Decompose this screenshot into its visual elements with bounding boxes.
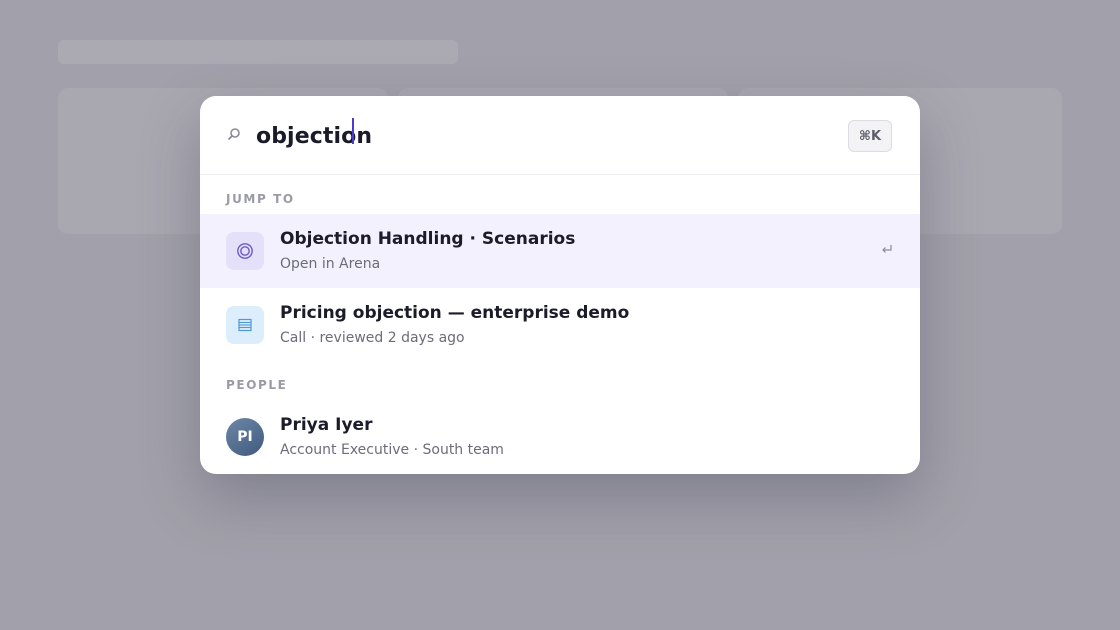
result-title: Priya Iyer xyxy=(280,415,373,435)
text-cursor xyxy=(352,118,354,144)
background-header-placeholder xyxy=(58,40,458,64)
search-icon xyxy=(227,126,241,140)
keyboard-shortcut-badge: ⌘K xyxy=(848,120,892,152)
result-item-pricing-objection[interactable]: Pricing objection — enterprise demo Call… xyxy=(200,288,920,362)
result-item-person-priya-iyer[interactable]: PI Priya Iyer Account Executive · South … xyxy=(200,400,920,474)
result-subtitle: Open in Arena xyxy=(280,256,381,272)
result-title: Pricing objection — enterprise demo xyxy=(280,303,630,323)
return-key-icon xyxy=(880,241,894,255)
avatar: PI xyxy=(226,418,264,456)
section-label-people: PEOPLE xyxy=(226,378,288,392)
search-input[interactable] xyxy=(256,116,816,156)
search-bar: ⌘K xyxy=(200,96,920,175)
result-subtitle: Call · reviewed 2 days ago xyxy=(280,330,465,346)
scenario-target-icon xyxy=(226,232,264,270)
result-subtitle: Account Executive · South team xyxy=(280,442,504,458)
result-title: Objection Handling · Scenarios xyxy=(280,229,576,249)
call-transcript-icon xyxy=(226,306,264,344)
result-item-objection-handling[interactable]: Objection Handling · Scenarios Open in A… xyxy=(200,214,920,288)
command-palette: ⌘K JUMP TO Objection Handling · Scenario… xyxy=(200,96,920,474)
section-label-jump-to: JUMP TO xyxy=(226,192,295,206)
